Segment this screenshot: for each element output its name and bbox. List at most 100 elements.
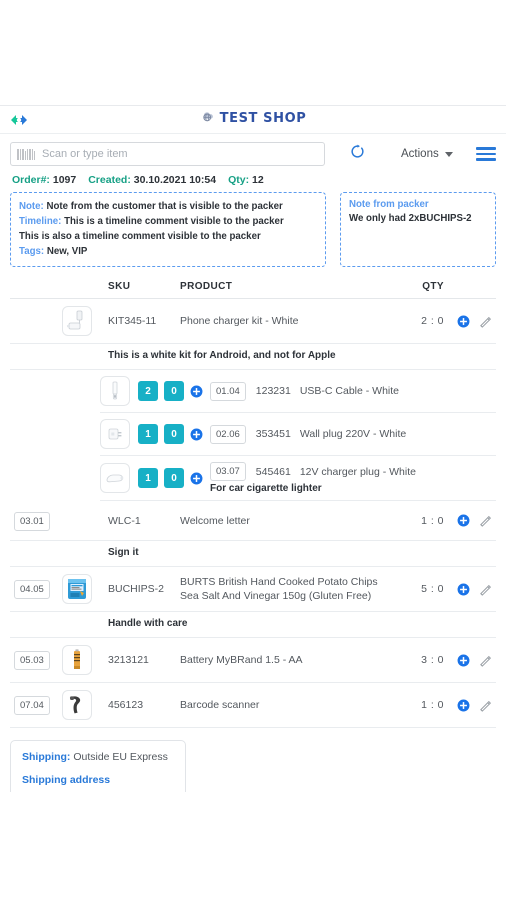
picked-qty-badge: 2 xyxy=(138,381,158,402)
tags-text: New, VIP xyxy=(46,246,88,258)
shipping-box: Shipping: Outside EU Express Shipping ad… xyxy=(10,740,186,792)
refresh-icon xyxy=(350,144,365,164)
edit-item-icon[interactable] xyxy=(479,514,492,527)
row-qty: 1 : 0 xyxy=(421,699,444,712)
remaining-qty-badge: 0 xyxy=(164,381,184,402)
row-product: Wall plug 220V - White xyxy=(299,428,407,441)
table-row[interactable]: 03.01 WLC-1 Welcome letter 1 : 0 xyxy=(10,501,496,542)
order-qty-value: 12 xyxy=(252,174,264,186)
shop-name: TEST SHOP xyxy=(219,111,307,126)
notes-row: Note: Note from the customer that is vis… xyxy=(0,192,506,268)
customer-note-line: Note: Note from the customer that is vis… xyxy=(19,199,317,214)
row-product: USB-C Cable - White xyxy=(299,385,400,398)
order-created: Created: 30.10.2021 10:54 xyxy=(88,174,216,186)
hamburger-menu-icon[interactable] xyxy=(476,147,496,161)
search-input[interactable] xyxy=(42,148,318,160)
product-thumbnail xyxy=(100,419,130,450)
order-number: Order#: 1097 xyxy=(12,174,76,186)
row-product: 12V charger plug - White xyxy=(299,465,416,478)
location-code: 02.06 xyxy=(210,424,246,444)
table-row[interactable]: KIT345-11 Phone charger kit - White 2 : … xyxy=(10,299,496,345)
table-row[interactable]: 05.03 3213121 Battery MyBRand 1.5 - AA 3… xyxy=(10,638,496,684)
row-sku: KIT345-11 xyxy=(108,315,157,328)
shipping-address-heading: Shipping address xyxy=(22,774,111,787)
shipping-method-label: Shipping: xyxy=(22,751,71,764)
picked-qty-badge: 1 xyxy=(138,424,158,445)
add-item-icon[interactable] xyxy=(190,428,203,441)
product-thumbnail xyxy=(100,463,130,494)
app-bar: TEST SHOP xyxy=(0,106,506,134)
column-header-qty: QTY xyxy=(422,281,444,293)
location-code: 03.01 xyxy=(14,511,50,531)
shipping-method: Shipping: Outside EU Express xyxy=(22,751,174,763)
edit-item-icon[interactable] xyxy=(479,699,492,712)
column-header-sku: SKU xyxy=(108,281,131,293)
remaining-qty-badge: 0 xyxy=(164,424,184,445)
product-thumbnail xyxy=(62,574,108,605)
row-product: Barcode scanner xyxy=(180,699,260,712)
add-item-icon[interactable] xyxy=(457,654,470,667)
tags-label: Tags: xyxy=(19,246,45,258)
customer-note-label: Note: xyxy=(19,201,44,212)
row-qty: 2 : 0 xyxy=(421,315,444,328)
row-comment: For car cigarette lighter xyxy=(210,483,322,495)
location-code: 03.07 xyxy=(210,462,246,482)
row-comment: This is a white kit for Android, and not… xyxy=(10,344,496,371)
add-item-icon[interactable] xyxy=(190,385,203,398)
row-sku: 3213121 xyxy=(108,654,149,667)
refresh-button[interactable] xyxy=(347,144,367,164)
order-created-label: Created: xyxy=(88,174,131,186)
packer-note-box: Note from packer We only had 2xBUCHIPS-2 xyxy=(340,192,496,268)
location-code: 04.05 xyxy=(14,580,50,600)
add-item-icon[interactable] xyxy=(457,315,470,328)
kit-subrow[interactable]: 1 0 03.07 545461 12V charger plug - Whit… xyxy=(100,456,496,502)
actions-dropdown[interactable]: Actions xyxy=(401,148,453,160)
items-table: SKU PRODUCT QTY KIT345-11 Phone charger … xyxy=(0,277,506,729)
row-sku: 353451 xyxy=(255,428,291,441)
product-thumbnail xyxy=(62,645,108,676)
row-product: Phone charger kit - White xyxy=(180,315,299,328)
location-code: 01.04 xyxy=(210,381,246,401)
edit-item-icon[interactable] xyxy=(479,654,492,667)
edit-item-icon[interactable] xyxy=(479,583,492,596)
order-qty: Qty: 12 xyxy=(228,174,264,186)
table-row[interactable]: 04.05 BUCHIPS-2 BURTS British Hand Cooke… xyxy=(10,567,496,613)
row-sku: BUCHIPS-2 xyxy=(108,583,165,596)
add-item-icon[interactable] xyxy=(457,514,470,527)
add-item-icon[interactable] xyxy=(457,583,470,596)
column-header-product: PRODUCT xyxy=(180,281,233,293)
row-sku: 123231 xyxy=(255,385,291,398)
shipping-section: Shipping: Outside EU Express Shipping ad… xyxy=(0,728,506,792)
shipping-method-value: Outside EU Express xyxy=(73,751,168,764)
order-number-value: 1097 xyxy=(52,174,77,186)
table-row[interactable]: 07.04 456123 Barcode scanner 1 : 0 xyxy=(10,683,496,729)
kit-subrow[interactable]: 1 0 02.06 353451 Wall plug 220V - White xyxy=(100,413,496,457)
packer-note-title: Note from packer xyxy=(349,199,429,210)
kit-subrow[interactable]: 2 0 01.04 123231 USB-C Cable - White xyxy=(100,370,496,414)
row-sku: WLC-1 xyxy=(108,514,141,527)
app-viewport: TEST SHOP Actions xyxy=(0,105,506,792)
row-product: BURTS British Hand Cooked Potato Chips S… xyxy=(180,575,378,603)
row-product: Battery MyBRand 1.5 - AA xyxy=(180,654,303,667)
order-number-label: Order#: xyxy=(12,174,50,186)
scan-field-wrapper[interactable] xyxy=(10,142,325,166)
timeline-label: Timeline: xyxy=(19,216,62,228)
location-code: 07.04 xyxy=(14,696,50,716)
edit-item-icon[interactable] xyxy=(479,315,492,328)
add-item-icon[interactable] xyxy=(457,699,470,712)
screen-root: TEST SHOP Actions xyxy=(0,0,506,900)
location-code: 05.03 xyxy=(14,651,50,671)
row-comment: Handle with care xyxy=(10,612,496,639)
order-created-value: 30.10.2021 10:54 xyxy=(133,174,217,186)
add-item-icon[interactable] xyxy=(190,472,203,485)
row-sku: 545461 xyxy=(255,465,291,478)
actions-label: Actions xyxy=(401,148,439,160)
row-qty: 5 : 0 xyxy=(421,583,444,596)
shop-logo: TEST SHOP xyxy=(0,109,506,128)
row-sku: 456123 xyxy=(108,699,144,712)
order-info-bar: Order#: 1097 Created: 30.10.2021 10:54 Q… xyxy=(0,172,506,192)
tags-line: Tags: New, VIP xyxy=(19,244,317,259)
timeline-note-line: Timeline: This is a timeline comment vis… xyxy=(19,214,317,229)
toolbar: Actions xyxy=(0,134,506,172)
table-header-row: SKU PRODUCT QTY xyxy=(10,277,496,300)
